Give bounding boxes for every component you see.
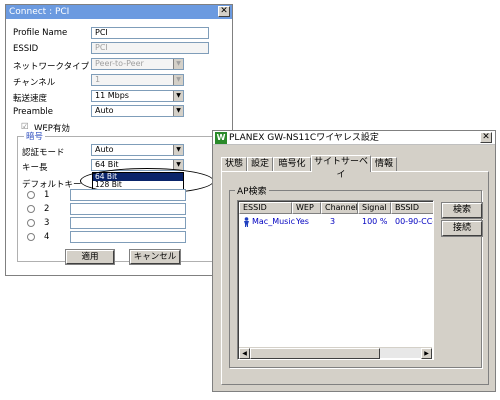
ap-search-group-title: AP検索 bbox=[235, 184, 269, 197]
connect-button[interactable]: 接続 bbox=[441, 220, 483, 237]
connect-window: Connect : PCI ✕ Profile Name PCI ESSID P… bbox=[5, 4, 233, 276]
apply-button[interactable]: 適用 bbox=[65, 249, 115, 265]
ap-list-table[interactable]: ESSID WEP Channel Signal BSSID Mac_Music… bbox=[237, 200, 434, 360]
key-2-radio[interactable] bbox=[27, 205, 35, 213]
preamble-value: Auto bbox=[95, 106, 114, 115]
planex-window: W PLANEX GW-NS11Cワイヤレス設定 ✕ 状態 設定 暗号化 サイト… bbox=[212, 130, 496, 392]
chevron-down-icon[interactable]: ▼ bbox=[173, 91, 183, 101]
key-1-input[interactable] bbox=[70, 189, 186, 201]
key-3-radio[interactable] bbox=[27, 219, 35, 227]
preamble-select[interactable]: Auto ▼ bbox=[91, 105, 184, 117]
network-type-select: Peer-to-Peer ▼ bbox=[91, 58, 184, 70]
scrollbar-thumb[interactable] bbox=[250, 348, 380, 359]
row-signal: 100 % bbox=[362, 217, 388, 226]
encryption-group-title: 暗号 bbox=[24, 130, 46, 142]
tab-site-survey[interactable]: サイトサーベイ bbox=[311, 155, 371, 180]
row-channel: 3 bbox=[330, 217, 336, 226]
column-header-channel[interactable]: Channel bbox=[321, 202, 358, 214]
chevron-down-icon[interactable]: ▼ bbox=[173, 106, 183, 116]
key-1-label: 1 bbox=[44, 190, 50, 200]
profile-name-label: Profile Name bbox=[13, 28, 68, 38]
key-length-label: キー長 bbox=[22, 163, 48, 173]
key-2-input[interactable] bbox=[70, 203, 186, 215]
key-4-input[interactable] bbox=[70, 231, 186, 243]
column-header-signal[interactable]: Signal bbox=[358, 202, 391, 214]
horizontal-scrollbar[interactable]: ◀ ▶ bbox=[239, 347, 432, 359]
channel-label: チャンネル bbox=[13, 78, 56, 88]
planex-close-button[interactable]: ✕ bbox=[480, 132, 492, 143]
tab-info[interactable]: 情報 bbox=[371, 157, 397, 171]
column-header-bssid[interactable]: BSSID bbox=[391, 202, 433, 214]
channel-select: 1 ▼ bbox=[91, 74, 184, 86]
tab-settings[interactable]: 設定 bbox=[247, 157, 273, 171]
connect-close-button[interactable]: ✕ bbox=[218, 6, 230, 17]
essid-label: ESSID bbox=[13, 44, 39, 54]
search-button[interactable]: 検索 bbox=[441, 202, 483, 219]
row-wep: Yes bbox=[296, 217, 309, 226]
person-icon bbox=[244, 217, 249, 227]
key-length-value: 64 Bit bbox=[95, 160, 119, 169]
key-1-radio[interactable] bbox=[27, 191, 35, 199]
column-header-essid[interactable]: ESSID bbox=[239, 202, 292, 214]
key-3-input[interactable] bbox=[70, 217, 186, 229]
chevron-down-icon[interactable]: ▼ bbox=[173, 145, 183, 155]
row-essid: Mac_Music bbox=[252, 217, 295, 226]
network-type-label: ネットワークタイプ bbox=[13, 62, 90, 72]
tab-encryption[interactable]: 暗号化 bbox=[273, 157, 311, 171]
preamble-label: Preamble bbox=[13, 107, 53, 117]
tx-rate-select[interactable]: 11 Mbps ▼ bbox=[91, 90, 184, 102]
tx-rate-value: 11 Mbps bbox=[95, 91, 129, 100]
channel-value: 1 bbox=[95, 75, 101, 84]
essid-input: PCI bbox=[91, 42, 209, 54]
row-bssid: 00-90-CC- bbox=[395, 217, 434, 226]
tx-rate-label: 転送速度 bbox=[13, 94, 48, 104]
key-2-label: 2 bbox=[44, 204, 50, 214]
chevron-down-icon: ▼ bbox=[173, 75, 183, 85]
profile-name-input[interactable]: PCI bbox=[91, 27, 209, 39]
scroll-right-icon[interactable]: ▶ bbox=[421, 348, 432, 359]
network-type-value: Peer-to-Peer bbox=[95, 59, 144, 68]
key-3-label: 3 bbox=[44, 218, 50, 228]
planex-logo-icon: W bbox=[215, 132, 227, 144]
cancel-button[interactable]: キャンセル bbox=[129, 249, 181, 265]
key-4-label: 4 bbox=[44, 232, 50, 242]
connect-window-titlebar[interactable]: Connect : PCI ✕ bbox=[6, 5, 232, 19]
auth-mode-label: 認証モード bbox=[22, 148, 65, 158]
connect-window-title: Connect : PCI bbox=[9, 7, 70, 17]
chevron-down-icon: ▼ bbox=[173, 59, 183, 69]
scroll-left-icon[interactable]: ◀ bbox=[239, 348, 250, 359]
tab-status[interactable]: 状態 bbox=[221, 157, 247, 171]
column-header-wep[interactable]: WEP bbox=[292, 202, 321, 214]
auth-mode-value: Auto bbox=[95, 145, 114, 154]
auth-mode-select[interactable]: Auto ▼ bbox=[91, 144, 184, 156]
key-4-radio[interactable] bbox=[27, 233, 35, 241]
planex-window-title: PLANEX GW-NS11Cワイヤレス設定 bbox=[229, 133, 379, 143]
planex-window-titlebar[interactable]: W PLANEX GW-NS11Cワイヤレス設定 ✕ bbox=[213, 131, 495, 145]
